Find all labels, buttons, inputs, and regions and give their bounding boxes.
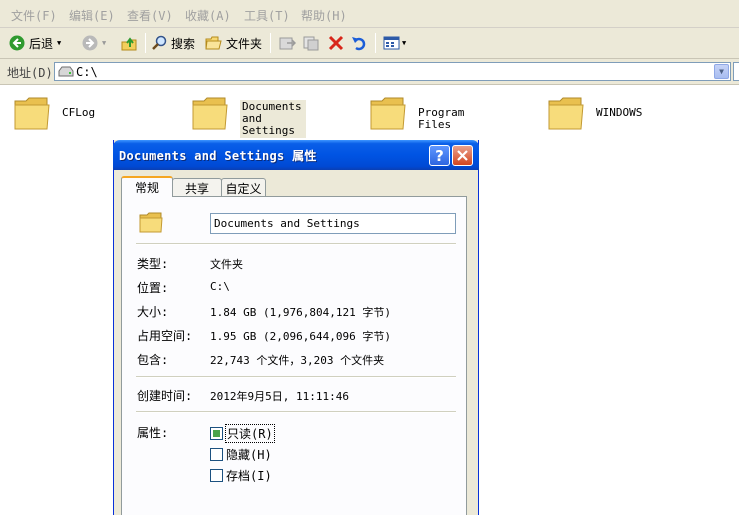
folder-icon xyxy=(139,212,163,233)
menu-bar: 文件(F) 编辑(E) 查看(V) 收藏(A) 工具(T) 帮助(H) xyxy=(0,0,739,28)
attributes-label: 属性: xyxy=(137,426,169,440)
move-to-button[interactable] xyxy=(279,32,296,54)
readonly-checkbox[interactable]: 只读(R) xyxy=(210,424,275,443)
copy-to-icon xyxy=(303,36,319,51)
help-button[interactable]: ? xyxy=(429,145,450,166)
checkbox-unchecked[interactable] xyxy=(210,448,223,461)
close-button[interactable] xyxy=(452,145,473,166)
address-label: 地址(D) xyxy=(7,66,53,80)
up-folder-icon xyxy=(121,36,137,50)
folder-name-input[interactable]: Documents and Settings xyxy=(210,213,456,234)
folder-icon xyxy=(370,97,406,130)
size-on-disk-label: 占用空间: xyxy=(137,329,193,343)
created-label: 创建时间: xyxy=(137,389,193,403)
address-dropdown-icon[interactable]: ▼ xyxy=(714,64,729,79)
address-value: C:\ xyxy=(76,65,98,79)
views-icon xyxy=(383,36,400,50)
folders-label: 文件夹 xyxy=(226,36,263,51)
back-arrow-icon xyxy=(9,35,25,51)
go-button[interactable] xyxy=(733,62,739,81)
menu-help[interactable]: 帮助(H) xyxy=(301,7,347,24)
back-button[interactable]: 后退 ▼ xyxy=(9,32,61,54)
search-label: 搜索 xyxy=(171,36,196,51)
contains-value: 22,743 个文件，3,203 个文件夹 xyxy=(210,354,385,367)
archive-checkbox[interactable]: 存档(I) xyxy=(210,467,272,484)
folder-name: Program Files xyxy=(418,106,465,131)
tab-customize[interactable]: 自定义 xyxy=(221,178,266,196)
address-input[interactable]: C:\ ▼ xyxy=(54,62,731,81)
menu-view[interactable]: 查看(V) xyxy=(127,7,173,24)
hidden-label: 隐藏(H) xyxy=(226,448,272,462)
archive-label: 存档(I) xyxy=(226,469,272,483)
search-icon xyxy=(152,35,167,50)
help-icon: ? xyxy=(435,146,444,165)
undo-button[interactable] xyxy=(351,32,368,54)
toolbar: 后退 ▼ ▼ 搜索 文件夹 ▼ xyxy=(0,28,739,59)
up-folder-button[interactable] xyxy=(121,32,138,54)
divider xyxy=(136,376,456,378)
folder-icon xyxy=(14,97,50,130)
dialog-titlebar[interactable]: Documents and Settings 属性 ? xyxy=(113,140,479,170)
forward-dropdown-icon[interactable]: ▼ xyxy=(102,39,106,47)
checkbox-unchecked[interactable] xyxy=(210,469,223,482)
toolbar-separator xyxy=(270,33,271,53)
checkbox-indeterminate[interactable] xyxy=(210,427,223,440)
type-label: 类型: xyxy=(137,257,169,271)
properties-dialog: Documents and Settings 属性 ? 常规 共享 自定义 Do… xyxy=(113,140,479,515)
drive-icon xyxy=(58,66,74,77)
dialog-title: Documents and Settings 属性 xyxy=(119,149,317,163)
toolbar-separator xyxy=(375,33,376,53)
delete-x-icon xyxy=(328,35,344,51)
address-bar: 地址(D) C:\ ▼ xyxy=(0,59,739,85)
menu-file[interactable]: 文件(F) xyxy=(11,7,57,24)
size-value: 1.84 GB (1,976,804,121 字节) xyxy=(210,306,391,319)
menu-edit[interactable]: 编辑(E) xyxy=(69,7,115,24)
readonly-label: 只读(R) xyxy=(225,424,275,443)
general-tab-panel: Documents and Settings 类型: 文件夹 位置: C:\ 大… xyxy=(121,196,467,515)
divider xyxy=(136,411,456,413)
move-to-icon xyxy=(279,37,296,50)
forward-button[interactable]: ▼ xyxy=(82,32,106,54)
toolbar-separator xyxy=(145,33,146,53)
size-label: 大小: xyxy=(137,305,169,319)
location-value: C:\ xyxy=(210,280,230,293)
folder-icon xyxy=(192,97,228,130)
location-label: 位置: xyxy=(137,281,169,295)
folder-icon xyxy=(548,97,584,130)
undo-icon xyxy=(352,37,366,51)
size-on-disk-value: 1.95 GB (2,096,644,096 字节) xyxy=(210,330,391,343)
search-button[interactable]: 搜索 xyxy=(151,32,195,54)
close-icon xyxy=(457,150,468,161)
tab-general[interactable]: 常规 xyxy=(121,176,173,197)
delete-button[interactable] xyxy=(328,32,344,54)
created-value: 2012年9月5日, 11:11:46 xyxy=(210,390,349,403)
views-button[interactable]: ▼ xyxy=(383,32,406,54)
divider xyxy=(136,243,456,245)
folder-name: CFLog xyxy=(62,106,96,119)
contains-label: 包含: xyxy=(137,353,169,367)
folder-name: WINDOWS xyxy=(596,106,643,119)
views-dropdown-icon[interactable]: ▼ xyxy=(402,39,406,47)
folders-button[interactable]: 文件夹 xyxy=(205,32,262,54)
back-label: 后退 xyxy=(29,36,54,51)
copy-to-button[interactable] xyxy=(303,32,320,54)
folders-icon xyxy=(205,36,222,50)
menu-tools[interactable]: 工具(T) xyxy=(244,7,290,24)
tab-sharing[interactable]: 共享 xyxy=(172,178,222,196)
folder-name: Documents and Settings xyxy=(240,100,306,138)
forward-arrow-icon xyxy=(82,35,98,51)
type-value: 文件夹 xyxy=(210,258,243,271)
hidden-checkbox[interactable]: 隐藏(H) xyxy=(210,446,272,463)
back-dropdown-icon[interactable]: ▼ xyxy=(57,39,61,47)
menu-favorites[interactable]: 收藏(A) xyxy=(185,7,231,24)
